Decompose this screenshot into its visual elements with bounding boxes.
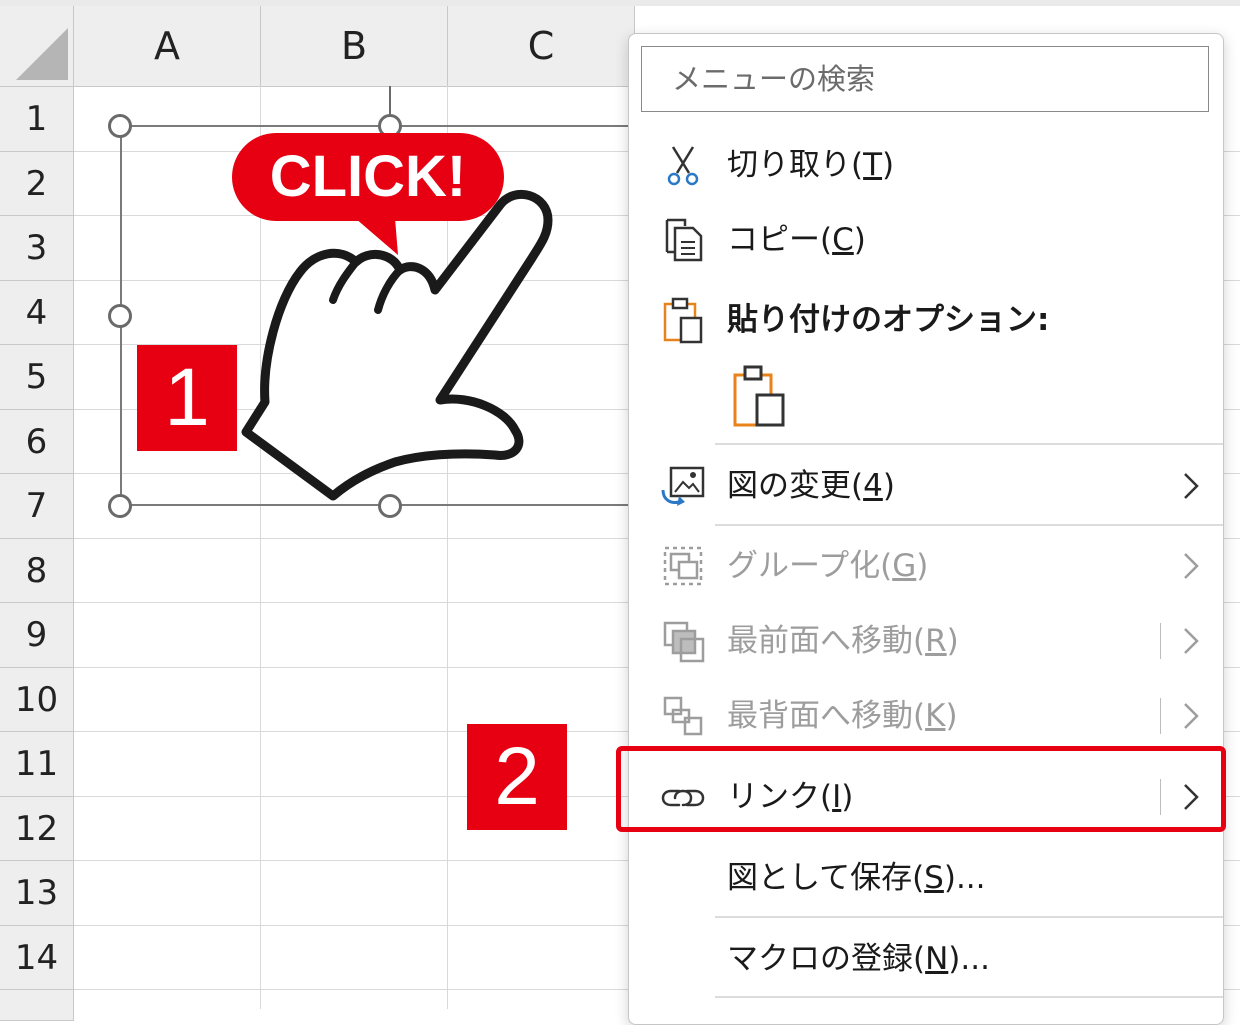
column-header-c[interactable]: C <box>448 6 635 87</box>
resize-handle-top-left[interactable] <box>108 114 132 138</box>
row-header-14[interactable]: 14 <box>0 926 74 990</box>
menu-item-label: 図の変更(4) <box>727 468 895 504</box>
menu-item-group: グループ化(G) <box>629 530 1223 602</box>
split-divider <box>1160 623 1161 659</box>
menu-item-label: グループ化(G) <box>727 548 929 584</box>
copy-icon <box>665 218 703 262</box>
paste-keep-source-button[interactable] <box>727 361 791 429</box>
row-header-5[interactable]: 5 <box>0 345 74 410</box>
hand-outline <box>241 189 553 501</box>
menu-item-send-to-back: 最背面へ移動(K) <box>629 680 1223 752</box>
bring-to-front-icon <box>663 621 705 663</box>
send-to-back-icon <box>663 696 703 736</box>
menu-item-cut[interactable]: 切り取り(T) <box>629 129 1223 201</box>
menu-item-copy[interactable]: コピー(C) <box>629 204 1223 276</box>
row-header-9[interactable]: 9 <box>0 603 74 668</box>
menu-item-label: 最前面へ移動(R) <box>727 623 959 659</box>
change-picture-icon <box>661 466 705 506</box>
group-icon <box>663 546 703 586</box>
row-header-3[interactable]: 3 <box>0 216 74 281</box>
menu-separator <box>715 996 1223 998</box>
menu-item-change-picture[interactable]: 図の変更(4) <box>629 450 1223 522</box>
step-badge-2: 2 <box>467 724 567 830</box>
click-hand-image[interactable]: CLICK! <box>200 120 570 505</box>
chevron-right-icon <box>1184 703 1199 729</box>
select-all-triangle-icon <box>16 28 68 80</box>
row-header-12[interactable]: 12 <box>0 797 74 861</box>
menu-item-bring-to-front: 最前面へ移動(R) <box>629 605 1223 677</box>
split-divider <box>1160 698 1161 734</box>
menu-item-assign-macro[interactable]: マクロの登録(N)... <box>629 923 1223 995</box>
context-menu: 切り取り(T) コピー(C) 貼り付けのオプション: <box>628 33 1224 1025</box>
row-header-6[interactable]: 6 <box>0 410 74 474</box>
row-header-10[interactable]: 10 <box>0 668 74 732</box>
menu-item-label: コピー(C) <box>727 222 866 258</box>
menu-item-label: マクロの登録(N)... <box>727 941 990 977</box>
row-header-11[interactable]: 11 <box>0 732 74 797</box>
menu-separator <box>715 916 1223 918</box>
click-text: CLICK! <box>270 144 467 209</box>
step-highlight-box <box>616 746 1226 832</box>
menu-item-label: 切り取り(T) <box>727 147 895 183</box>
menu-header-label: 貼り付けのオプション: <box>727 302 1050 338</box>
menu-header-paste-options: 貼り付けのオプション: <box>629 284 1223 356</box>
menu-item-save-as-picture[interactable]: 図として保存(S)... <box>629 842 1223 914</box>
row-header-1[interactable]: 1 <box>0 87 74 152</box>
paste-clipboard-icon <box>733 365 785 427</box>
scissors-icon <box>667 146 699 186</box>
menu-item-label: 図として保存(S)... <box>727 860 986 896</box>
step-badge-1: 1 <box>137 345 237 451</box>
menu-separator <box>715 524 1223 526</box>
row-header-15-partial[interactable] <box>0 990 74 1021</box>
clipboard-icon <box>663 297 703 344</box>
menu-separator <box>715 443 1223 445</box>
column-header-b[interactable]: B <box>261 6 448 87</box>
row-header-7[interactable]: 7 <box>0 474 74 539</box>
chevron-right-icon <box>1184 553 1199 579</box>
chevron-right-icon <box>1184 473 1199 499</box>
row-header-2[interactable]: 2 <box>0 152 74 216</box>
resize-handle-left[interactable] <box>108 304 132 328</box>
menu-search-box[interactable] <box>641 46 1209 112</box>
column-header-a[interactable]: A <box>74 6 261 87</box>
row-header-13[interactable]: 13 <box>0 861 74 926</box>
menu-item-label: 最背面へ移動(K) <box>727 698 958 734</box>
row-header-4[interactable]: 4 <box>0 281 74 345</box>
resize-handle-bottom-left[interactable] <box>108 494 132 518</box>
row-header-8[interactable]: 8 <box>0 539 74 603</box>
select-all-corner[interactable] <box>0 6 74 87</box>
menu-search-input[interactable] <box>642 47 1208 111</box>
chevron-right-icon <box>1184 628 1199 654</box>
